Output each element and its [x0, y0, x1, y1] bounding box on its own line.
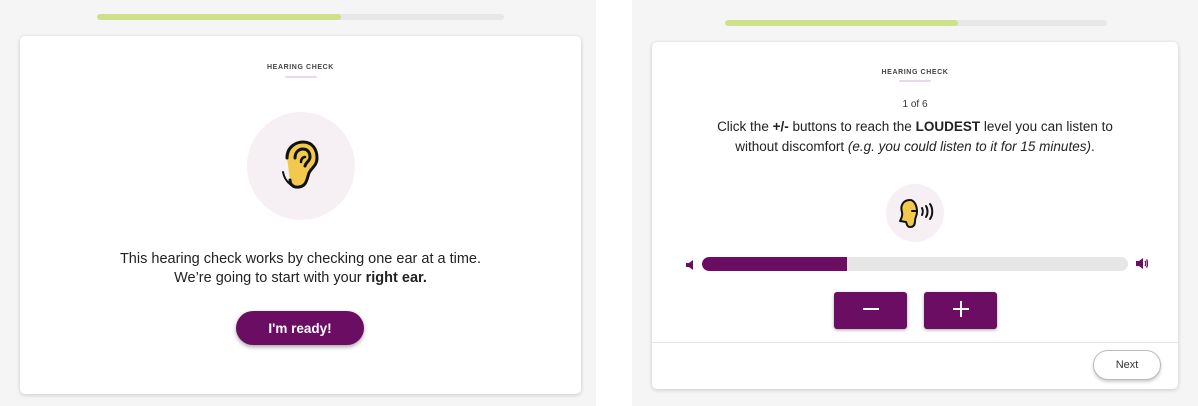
intro-panel: HEARING CHECK This hearing check works b… — [0, 0, 596, 406]
intro-message-emphasis: right ear. — [365, 270, 427, 286]
speaking-head-icon-circle — [886, 184, 944, 242]
volume-card: HEARING CHECK 1 of 6 Click the +/- butto… — [652, 42, 1178, 389]
instruction-line1: Click the +/- buttons to reach the LOUDE… — [652, 117, 1178, 137]
footer-divider — [652, 342, 1178, 343]
volume-high-icon — [1136, 258, 1148, 269]
intro-message-line1: This hearing check works by checking one… — [119, 251, 482, 267]
progress-bar-fill — [725, 20, 959, 26]
volume-slider[interactable] — [702, 257, 1128, 271]
volume-panel: HEARING CHECK 1 of 6 Click the +/- butto… — [632, 0, 1198, 406]
progress-bar — [725, 20, 1107, 26]
section-title: HEARING CHECK — [267, 64, 334, 71]
instruction-line2: without discomfort (e.g. you could liste… — [652, 137, 1178, 157]
instruction-part5: level you can listen to — [980, 119, 1113, 134]
instruction-part4: LOUDEST — [915, 119, 981, 134]
instruction-line2-end: . — [1090, 139, 1095, 154]
progress-bar-fill — [97, 14, 342, 20]
instruction-line2-italic: (e.g. you could listen to it for 15 minu… — [847, 139, 1091, 154]
instruction-text: Click the +/- buttons to reach the LOUDE… — [652, 117, 1178, 157]
next-button[interactable]: Next — [1093, 350, 1161, 380]
im-ready-button[interactable]: I'm ready! — [236, 311, 364, 345]
intro-message: This hearing check works by checking one… — [20, 250, 581, 288]
intro-card: HEARING CHECK This hearing check works b… — [20, 36, 581, 394]
ear-icon-circle — [247, 112, 355, 220]
plus-icon — [952, 301, 969, 317]
instruction-line2-text: without discomfort — [735, 139, 848, 154]
section-title: HEARING CHECK — [881, 69, 949, 76]
instruction-part3: buttons to reach the — [788, 119, 916, 134]
ear-icon — [282, 140, 319, 189]
section-title-underline — [899, 80, 931, 82]
step-counter: 1 of 6 — [902, 99, 928, 110]
volume-up-button[interactable] — [924, 292, 997, 329]
section-title-underline — [284, 76, 317, 78]
volume-low-icon — [686, 260, 693, 270]
instruction-part1: Click the — [717, 119, 773, 134]
volume-down-button[interactable] — [834, 292, 907, 329]
volume-slider-fill — [702, 257, 847, 271]
progress-bar — [97, 14, 504, 20]
minus-icon — [862, 308, 879, 310]
speaking-head-icon — [899, 199, 934, 228]
intro-message-line2-text: We’re going to start with your — [174, 270, 366, 286]
instruction-part2: +/- — [772, 119, 789, 134]
intro-message-line2: We’re going to start with your right ear… — [20, 269, 581, 288]
